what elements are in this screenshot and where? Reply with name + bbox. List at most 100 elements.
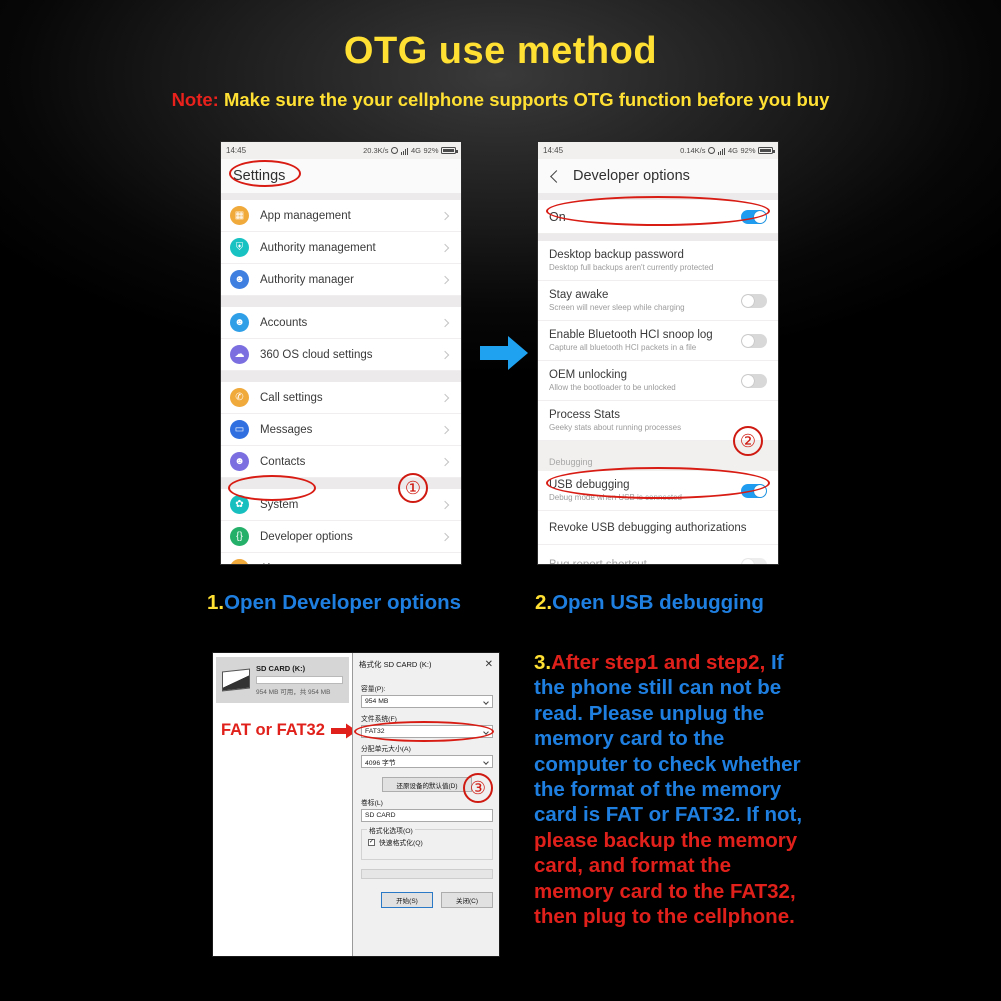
row-text: USB debugging Debug mode when USB is con… [549, 479, 741, 502]
sidebar-item-contacts[interactable]: ☻ Contacts [221, 446, 461, 478]
start-button[interactable]: 开始(S) [381, 892, 433, 908]
caption-number: 1. [207, 591, 225, 614]
status-time: 14:45 [543, 146, 564, 155]
status-net-speed: 0.14K/s [680, 146, 706, 155]
step3-number: 3. [534, 651, 552, 674]
bluetooth-snoop-toggle[interactable] [741, 333, 767, 348]
chevron-right-icon [440, 318, 450, 327]
row-label: 360 OS cloud settings [260, 348, 373, 361]
status-network: 4G [410, 146, 421, 155]
phone-screenshot-settings: 14:45 20.3K/s 4G 92% Settings ▦ App mana… [220, 141, 462, 565]
chevron-right-icon [441, 564, 449, 565]
format-dialog: 格式化 SD CARD (K:) ✕ 容量(P): 954 MB 文件系统(F)… [352, 653, 499, 956]
drive-capacity-bar [256, 676, 343, 684]
row-subtitle: Allow the bootloader to be unlocked [549, 383, 676, 392]
step3-red-lead: After step1 and step2, [551, 651, 766, 674]
sidebar-item-authority-management[interactable]: ⛨ Authority management [221, 232, 461, 264]
settings-title: Settings [233, 168, 286, 184]
info-icon: ! [230, 559, 249, 564]
drive-tile-sd-card[interactable]: SD CARD (K:) 954 MB 可用，共 954 MB [216, 657, 349, 703]
page-title: OTG use method [343, 30, 658, 72]
apps-grid-icon: ▦ [230, 206, 249, 225]
row-usb-debugging[interactable]: USB debugging Debug mode when USB is con… [538, 471, 778, 511]
restore-defaults-button[interactable]: 还原设备的默认值(D) [382, 777, 472, 792]
quick-format-checkbox-row[interactable]: ✓ 快速格式化(Q) [368, 837, 486, 847]
chevron-down-icon [483, 729, 489, 735]
row-stay-awake[interactable]: Stay awake Screen will never sleep while… [538, 281, 778, 321]
row-title: Stay awake [549, 289, 609, 301]
divider [538, 193, 778, 200]
row-label: Developer options [260, 530, 353, 543]
filesystem-select[interactable]: FAT32 [361, 725, 493, 738]
row-subtitle: Screen will never sleep while charging [549, 303, 685, 312]
chevron-right-icon [440, 211, 450, 220]
chevron-right-icon [440, 500, 450, 509]
back-arrow-icon[interactable] [550, 169, 563, 183]
row-desktop-backup-password[interactable]: Desktop backup password Desktop full bac… [538, 241, 778, 281]
sidebar-item-cloud-settings[interactable]: ☁ 360 OS cloud settings [221, 339, 461, 371]
format-options-label: 格式化选项(O) [367, 825, 415, 835]
volume-input[interactable]: SD CARD [361, 809, 493, 822]
row-bluetooth-hci-snoop-log[interactable]: Enable Bluetooth HCI snoop log Capture a… [538, 321, 778, 361]
checkbox-checked-icon[interactable]: ✓ [368, 838, 375, 846]
poster-canvas: OTG use method Note: Make sure the your … [0, 0, 1001, 1001]
row-title: Desktop backup password [549, 249, 684, 261]
chevron-right-icon [440, 350, 450, 359]
sidebar-item-app-management[interactable]: ▦ App management [221, 200, 461, 232]
developer-options-header: Developer options [538, 159, 778, 193]
alloc-select[interactable]: 4096 字节 [361, 755, 493, 768]
bug-report-toggle[interactable] [741, 557, 767, 564]
windows-format-screenshot: SD CARD (K:) 954 MB 可用，共 954 MB FAT or F… [212, 652, 500, 957]
note-text: Make sure the your cellphone supports OT… [218, 89, 830, 110]
caption-text: Open Developer options [224, 591, 462, 614]
chevron-right-icon [440, 275, 450, 284]
row-label: Contacts [260, 455, 306, 468]
row-text: Desktop backup password Desktop full bac… [549, 249, 767, 272]
gear-icon: ✿ [230, 495, 249, 514]
explorer-pane: SD CARD (K:) 954 MB 可用，共 954 MB FAT or F… [213, 653, 357, 956]
alloc-label: 分配单元大小(A) [361, 746, 411, 753]
oem-unlocking-toggle[interactable] [741, 373, 767, 388]
row-title: Process Stats [549, 409, 620, 421]
chevron-right-icon [440, 393, 450, 402]
row-text: Enable Bluetooth HCI snoop log Capture a… [549, 329, 741, 352]
android-robot-icon: ☻ [230, 270, 249, 289]
chevron-down-icon [483, 699, 489, 705]
chevron-right-icon [440, 457, 450, 466]
close-icon[interactable]: ✕ [481, 659, 497, 670]
sidebar-item-accounts[interactable]: ☻ Accounts [221, 307, 461, 339]
dialog-title-bar: 格式化 SD CARD (K:) ✕ [353, 653, 499, 675]
sidebar-item-authority-manager[interactable]: ☻ Authority manager [221, 264, 461, 296]
usb-debugging-toggle[interactable] [741, 483, 767, 498]
alarm-icon [391, 147, 399, 154]
stay-awake-toggle[interactable] [741, 293, 767, 308]
sidebar-item-call-settings[interactable]: ✆ Call settings [221, 382, 461, 414]
row-title: Enable Bluetooth HCI snoop log [549, 329, 713, 341]
close-button[interactable]: 关闭(C) [441, 892, 493, 908]
row-text: Process Stats Geeky stats about running … [549, 409, 767, 432]
capacity-select[interactable]: 954 MB [361, 695, 493, 708]
chevron-down-icon [483, 759, 489, 765]
battery-icon [441, 146, 458, 155]
caption-text: Open USB debugging [552, 591, 764, 614]
signal-icon [400, 147, 409, 155]
sidebar-item-developer-options[interactable]: {} Developer options [221, 521, 461, 553]
settings-header: Settings [221, 159, 461, 193]
sidebar-item-messages[interactable]: ▭ Messages [221, 414, 461, 446]
note-line: Note: Make sure the your cellphone suppo… [0, 89, 1001, 111]
drive-icon [222, 668, 250, 692]
row-revoke-usb-authorizations[interactable]: Revoke USB debugging authorizations [538, 511, 778, 545]
row-oem-unlocking[interactable]: OEM unlocking Allow the bootloader to be… [538, 361, 778, 401]
status-bar: 14:45 0.14K/s 4G 92% [538, 142, 778, 159]
row-label: Accounts [260, 316, 308, 329]
row-label: Authority manager [260, 273, 354, 286]
developer-master-toggle-row[interactable]: On [538, 200, 778, 234]
braces-icon: {} [230, 527, 249, 546]
row-text: Revoke USB debugging authorizations [549, 522, 767, 534]
master-toggle[interactable] [741, 209, 767, 224]
sidebar-item-about[interactable]: ! About [221, 553, 461, 565]
row-bug-report-shortcut[interactable]: Bug report shortcut [538, 545, 778, 564]
step-3-paragraph: 3.After step1 and step2, If the phone st… [534, 650, 809, 929]
annotation-fat-label: FAT or FAT32 [221, 721, 325, 739]
status-battery-pct: 92% [740, 146, 756, 155]
